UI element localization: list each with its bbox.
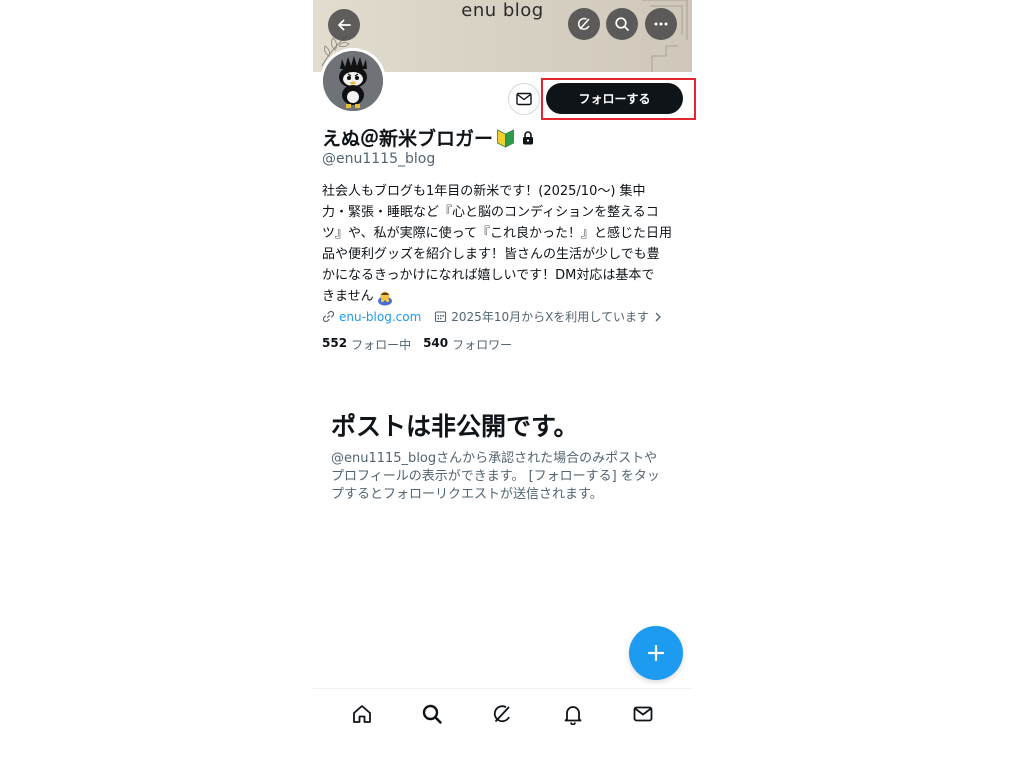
tab-home[interactable] (342, 694, 382, 734)
followers-count: 540 (423, 336, 449, 350)
avatar[interactable] (320, 48, 386, 114)
tab-search[interactable] (412, 694, 452, 734)
messages-icon (633, 706, 653, 721)
grok-button[interactable] (568, 8, 600, 40)
bio-line: 力・緊張・睡眠など『心と脳のコンディションを整えるコ (322, 205, 659, 220)
tab-notifications[interactable] (553, 694, 593, 734)
following-count: 552 (322, 336, 348, 350)
profile-meta: enu-blog.com 2025年10月からXを利用しています (322, 308, 667, 325)
profile-handle: @enu1115_blog (322, 151, 436, 167)
link-icon (322, 310, 335, 323)
more-icon (654, 22, 668, 26)
bio-line: 品や便利グッズを紹介します！皆さんの生活が少しでも豊 (322, 247, 660, 262)
tab-messages[interactable] (623, 694, 663, 734)
following-stat[interactable]: 552 フォロー中 (322, 336, 411, 353)
search-icon (423, 704, 443, 724)
bottom-tab-bar (313, 688, 692, 738)
website-link[interactable]: enu-blog.com (322, 310, 421, 324)
mail-icon (516, 92, 532, 106)
tab-grok[interactable] (482, 694, 522, 734)
profile-name-row: えぬ＠新米ブロガー (322, 124, 534, 151)
website-text[interactable]: enu-blog.com (339, 310, 421, 324)
plus-icon (647, 644, 665, 662)
bio-line: ツ』や、私が実際に使って『これ良かった！』と感じた日用 (322, 226, 672, 241)
bio-line: かになるきっかけになれば嬉しいです！DM対応は基本で (322, 268, 655, 283)
highlight-annotation-box (541, 78, 696, 120)
back-button[interactable] (328, 9, 360, 41)
grok-icon (494, 704, 511, 722)
grok-icon (577, 17, 590, 30)
avatar-image (323, 51, 383, 111)
back-arrow-icon (338, 19, 351, 31)
compose-post-button[interactable] (629, 626, 683, 680)
search-button[interactable] (606, 8, 638, 40)
lock-icon (523, 130, 534, 144)
private-posts-title: ポストは非公開です。 (331, 412, 579, 441)
private-desc-line: プロフィールの表示ができます。 [フォローする] をタッ (331, 469, 660, 484)
calendar-icon (435, 311, 447, 323)
home-icon (353, 704, 371, 723)
follow-stats: 552 フォロー中 540 フォロワー (322, 336, 524, 353)
bio-line-last: きません (322, 286, 672, 307)
bio-line-text: きません (322, 289, 374, 304)
following-label: フォロー中 (351, 338, 412, 352)
message-button[interactable] (508, 83, 540, 115)
private-desc-line: プするとフォローリクエストが送信されます。 (331, 487, 603, 502)
chevron-right-icon (655, 312, 661, 321)
search-icon (615, 17, 629, 31)
followers-stat[interactable]: 540 フォロワー (423, 336, 512, 353)
profile-name: えぬ＠新米ブロガー (322, 128, 494, 150)
followers-label: フォロワー (452, 338, 513, 352)
private-posts-description: @enu1115_blogさんから承認された場合のみポストや プロフィールの表示… (331, 450, 676, 504)
more-button[interactable] (645, 8, 677, 40)
bowing-person-emoji-icon (377, 291, 392, 305)
joined-text: 2025年10月からXを利用しています (451, 310, 649, 324)
bio-line: 社会人もブログも1年目の新米です！(2025/10〜) 集中 (322, 184, 646, 199)
joined-date[interactable]: 2025年10月からXを利用しています (434, 308, 667, 325)
profile-bio: 社会人もブログも1年目の新米です！(2025/10〜) 集中 力・緊張・睡眠など… (322, 181, 672, 307)
profile-screen: enu blog フォローする えぬ＠新米ブロガー @enu1115_blog … (313, 0, 696, 768)
beginner-mark-icon (497, 128, 514, 148)
private-desc-line: @enu1115_blogさんから承認された場合のみポストや (331, 451, 658, 466)
notifications-icon (564, 705, 582, 725)
